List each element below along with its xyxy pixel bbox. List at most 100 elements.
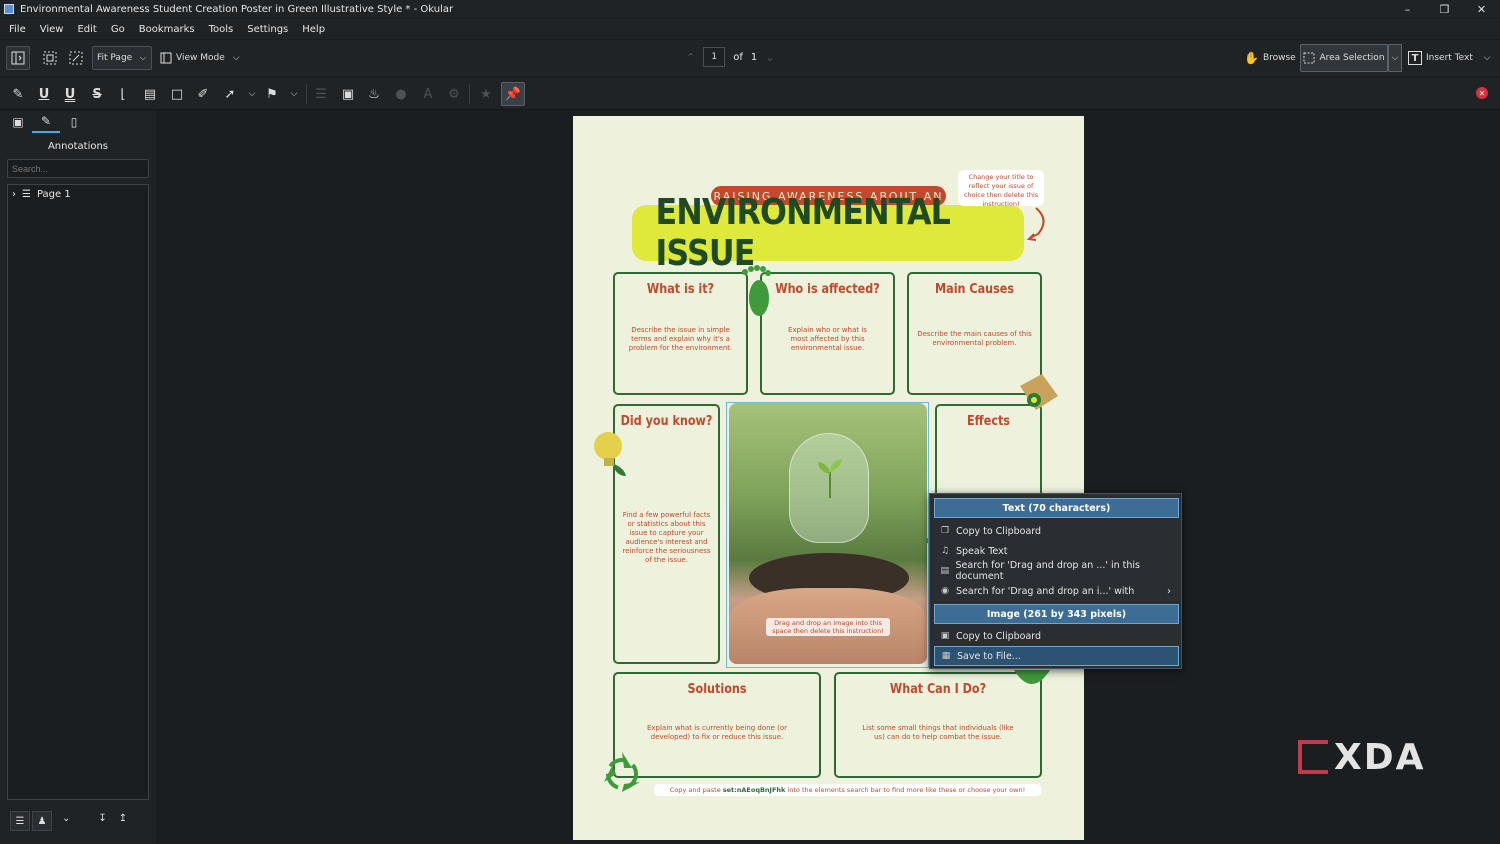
copy-text-to-clipboard-item[interactable]: ❐ Copy to Clipboard [934,521,1179,541]
zoom-select[interactable]: Fit Page ⌵ [92,46,152,70]
context-menu: Text (70 characters) ❐ Copy to Clipboard… [929,493,1182,669]
main-toolbar: Fit Page ⌵ View Mode ⌵ ⌃ 1 of 1 ⌄ ✋ Brow… [0,40,1500,76]
menu-item-label: Search for 'Drag and drop an ...' in thi… [955,560,1141,582]
insert-text-button[interactable]: T Insert Text [1408,48,1473,68]
inline-note-icon[interactable]: ▤ [138,82,162,106]
annotations-tab-icon[interactable]: ✎ [32,111,60,133]
restore-icon[interactable]: ❐ [1426,0,1463,18]
search-in-document-item[interactable]: ▤ Search for 'Drag and drop an ...' in t… [934,560,1179,582]
sidebar-title: Annotations [47,141,109,152]
menu-bookmarks[interactable]: Bookmarks [132,24,202,35]
hand-icon: ✋ [1244,51,1259,65]
strikeout-icon[interactable]: S [85,82,109,106]
next-page-icon[interactable]: ⌄ [765,51,774,64]
typewriter-icon[interactable]: ⌊ [111,82,135,106]
view-mode-icon [160,52,172,64]
browse-label: Browse [1262,53,1296,63]
expand-all-icon[interactable]: ↧ [98,813,106,824]
underline-icon[interactable]: U [32,82,56,106]
page-total-label: 1 [750,51,758,63]
arrow-tool-icon[interactable]: ➚ [218,82,242,106]
pin-icon[interactable]: 📌 [501,82,525,106]
highlighter-icon[interactable]: ✎ [6,82,30,106]
menu-view[interactable]: View [33,24,71,35]
chevron-down-icon: ⌵ [1483,53,1491,63]
opacity-icon[interactable]: ● [389,82,413,106]
insert-text-label: Insert Text [1426,53,1473,63]
box-text: Describe the issue in simple terms and e… [628,326,733,352]
menu-edit[interactable]: Edit [70,24,103,35]
previous-page-icon[interactable]: ⌃ [686,51,695,64]
box-text: Describe the main causes of this environ… [917,330,1032,347]
bookmarks-tab-icon[interactable]: ▯ [60,111,88,133]
popup-note-icon[interactable]: □ [165,82,189,106]
footer-post-text: into the elements search bar to find mor… [785,786,1026,794]
annotations-search-input[interactable] [7,159,149,178]
chevron-right-icon[interactable]: › [12,189,16,200]
tree-item-page-1[interactable]: › ☰ Page 1 [12,189,71,200]
menu-go[interactable]: Go [104,24,132,35]
lightbulb-icon [594,432,626,476]
view-mode-button[interactable]: View Mode ⌵ [160,48,240,68]
close-icon[interactable]: ✕ [1463,0,1500,18]
close-annotation-toolbar-icon[interactable]: ✕ [1476,87,1488,99]
box-title: Who is affected? [775,282,880,297]
menu-bar: File View Edit Go Bookmarks Tools Settin… [0,19,1500,39]
chevron-down-icon[interactable]: ⌄ [62,813,70,824]
image-icon: ▣ [940,631,950,641]
sprout-icon [818,459,842,498]
web-search-icon: ◉ [941,586,949,596]
search-with-item[interactable]: ◉ Search for 'Drag and drop an i...' wit… [934,581,1179,601]
fill-color-icon[interactable]: ♨ [362,82,386,106]
footprint-icon [742,265,771,316]
menu-item-label: Search for 'Drag and drop an i...' with [956,585,1135,597]
page-navigation: ⌃ 1 of 1 ⌄ [686,47,774,67]
area-selection-icon [1303,52,1315,64]
menu-item-label: Speak Text [956,545,1008,557]
okular-app-icon [4,4,14,14]
zoom-fit-width-button[interactable] [38,46,62,70]
collapse-all-icon[interactable]: ↥ [119,813,127,824]
page-of-label: of [733,51,743,63]
chevron-down-icon[interactable]: ⌵ [282,82,306,106]
zoom-fit-page-button[interactable] [64,46,88,70]
menu-tools[interactable]: Tools [202,24,241,35]
squiggle-underline-icon[interactable]: U [58,82,82,106]
thumbnails-tab-icon[interactable]: ▣ [4,111,32,133]
settings-sliders-icon[interactable]: ⚙ [442,82,466,106]
toolbar-overflow-dropdown[interactable]: ⌵ [1480,48,1494,68]
annotations-tree: › ☰ Page 1 [7,184,149,800]
color-icon[interactable]: ▣ [336,82,360,106]
menu-settings[interactable]: Settings [240,24,295,35]
tree-item-label: Page 1 [36,189,71,200]
text-insert-icon: T [1408,51,1422,65]
speak-text-item[interactable]: ♫ Speak Text [934,541,1179,561]
fit-width-icon [43,51,57,65]
menu-help[interactable]: Help [295,24,332,35]
menu-file[interactable]: File [2,24,33,35]
group-by-author-icon[interactable]: ♟ [32,811,52,831]
stamp-icon[interactable]: ⚑ [260,82,284,106]
minimize-icon[interactable]: – [1389,0,1426,18]
area-selection-dropdown[interactable]: ⌵ [1388,44,1402,72]
save-icon: ▦ [941,651,951,661]
sidebar-expand-buttons: ⌄ ↧ ↥ [62,813,127,824]
footer-code: set:nAEoqBnJFhk [722,786,786,794]
font-icon[interactable]: A [416,82,440,106]
menu-item-label: Copy to Clipboard [956,630,1042,642]
sidebar-toggle-button[interactable] [6,46,30,70]
browse-tool-button[interactable]: ✋ Browse [1244,48,1296,68]
recycle-icon [604,752,640,792]
page-number-input[interactable]: 1 [703,47,726,67]
copy-image-to-clipboard-item[interactable]: ▣ Copy to Clipboard [934,626,1179,646]
save-to-file-item[interactable]: ▦ Save to File... [934,646,1179,666]
photo-instruction-caption: Drag and drop an image into this space t… [766,618,890,636]
zoom-select-value: Fit Page [97,53,133,63]
group-by-page-icon[interactable]: ☰ [10,811,30,831]
menu-item-label: Copy to Clipboard [956,525,1042,537]
chevron-down-icon: ⌵ [139,53,146,62]
area-selection-button[interactable]: Area Selection [1300,44,1388,72]
line-width-icon[interactable]: ☰ [309,82,333,106]
freehand-line-icon[interactable]: ✐ [191,82,215,106]
star-icon[interactable]: ★ [474,82,498,106]
